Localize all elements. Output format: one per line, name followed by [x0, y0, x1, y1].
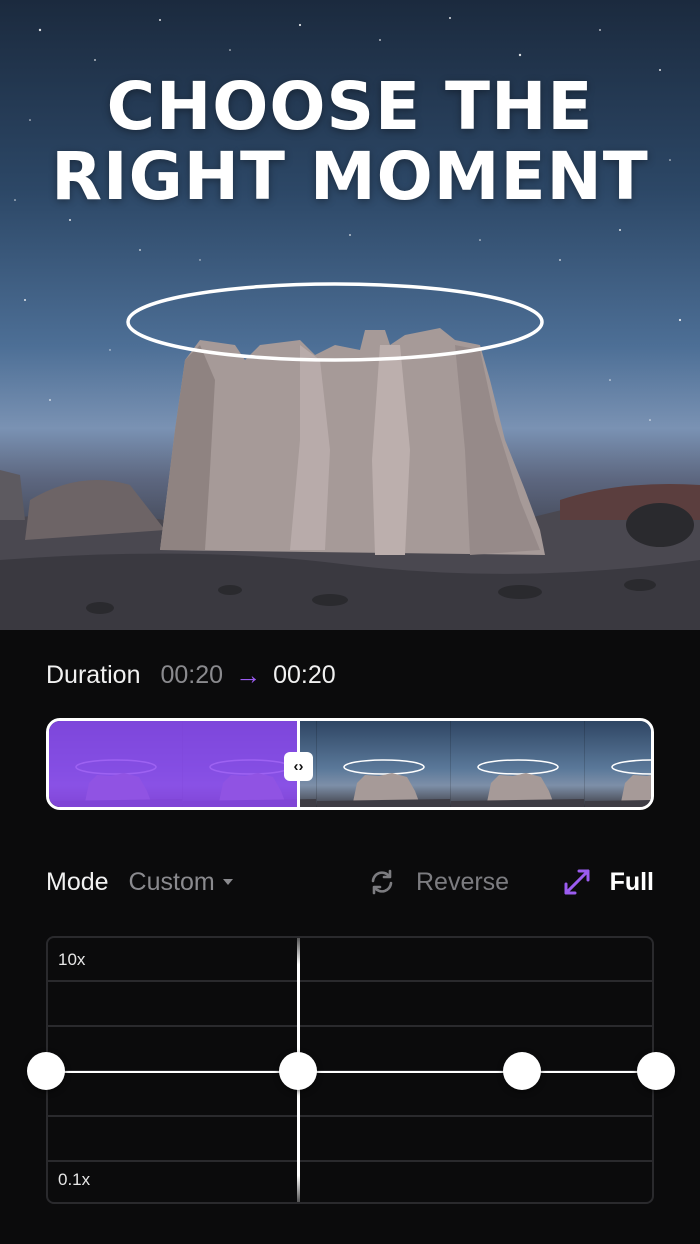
full-label: Full [609, 867, 654, 896]
max-speed-label: 10x [58, 950, 86, 969]
duration-row: Duration 00:20 → 00:20 [46, 658, 336, 692]
speed-point[interactable] [637, 1052, 675, 1090]
timeline-frame [451, 721, 585, 807]
hero-title: CHOOSE THE RIGHT MOMENT [0, 72, 700, 212]
timeline-selected-range [49, 721, 299, 807]
hero-title-line-2: RIGHT MOMENT [51, 138, 649, 215]
caret-down-icon [222, 879, 233, 885]
mode-dropdown[interactable]: Custom [129, 868, 233, 897]
grid-line [48, 1115, 652, 1117]
grid-line [48, 1025, 652, 1027]
duration-label: Duration [46, 660, 141, 689]
duration-result: 00:20 [273, 660, 336, 689]
grid-line [48, 980, 652, 982]
mode-selected-value: Custom [128, 867, 215, 896]
reverse-label: Reverse [416, 867, 510, 896]
speed-point[interactable] [279, 1052, 317, 1090]
duration-original: 00:20 [160, 660, 224, 689]
expand-icon [564, 869, 590, 895]
mode-label: Mode [46, 867, 109, 896]
speed-curve-graph[interactable]: 10x 0.1x [27, 936, 675, 1204]
mode-row: Mode Custom Reverse Full [46, 862, 654, 902]
speed-point[interactable] [503, 1052, 541, 1090]
drag-handle-icon[interactable]: ‹› [284, 752, 313, 781]
min-speed-label: 0.1x [58, 1170, 91, 1189]
reverse-button[interactable]: Reverse [368, 868, 509, 897]
timeline-frame [585, 721, 651, 807]
hero-image: CHOOSE THE RIGHT MOMENT [0, 0, 700, 630]
full-button[interactable]: Full [562, 867, 654, 897]
timeline-frame [317, 721, 451, 807]
refresh-icon [371, 869, 393, 895]
speed-point[interactable] [27, 1052, 65, 1090]
grid-line [48, 1160, 652, 1162]
arrow-right-icon: → [235, 659, 262, 690]
timeline-strip[interactable]: ‹› [46, 718, 654, 810]
hero-title-line-1: CHOOSE THE [106, 68, 594, 145]
speed-curve-line [46, 1071, 658, 1073]
